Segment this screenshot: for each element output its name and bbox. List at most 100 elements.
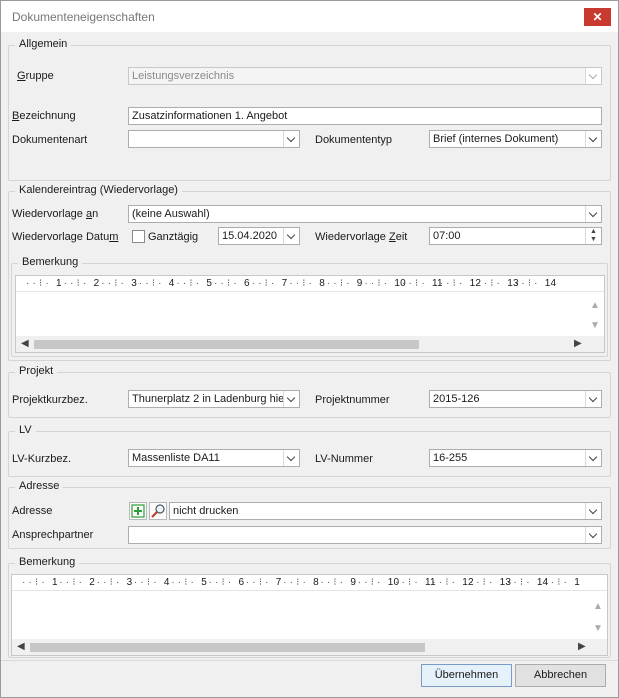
- dokumentenart-select[interactable]: [128, 130, 300, 148]
- scroll-right-icon[interactable]: ▶: [578, 641, 586, 652]
- projektnummer-label: Projektnummer: [315, 394, 390, 406]
- horizontal-scrollbar[interactable]: ◀ ▶: [16, 336, 604, 352]
- chevron-down-icon[interactable]: [283, 391, 299, 407]
- group-title-allgemein: Allgemein: [15, 38, 72, 50]
- wiedervorlage-an-select[interactable]: (keine Auswahl): [128, 205, 602, 223]
- ruler-number: 3: [131, 278, 137, 289]
- zeit-value: 07:00: [433, 230, 461, 242]
- chevron-down-icon[interactable]: [283, 228, 299, 244]
- ruler-dots: · · ⁝ ·: [138, 278, 162, 289]
- group-title-kalender-bemerkung: Bemerkung: [18, 256, 83, 268]
- ruler-number: 5: [201, 577, 207, 588]
- footer-separator: [1, 660, 618, 661]
- vertical-scrollbar[interactable]: ▲ ▼: [589, 599, 605, 639]
- ganztaegig-checkbox[interactable]: [132, 230, 145, 243]
- group-title-bemerkung: Bemerkung: [15, 556, 80, 568]
- ruler-number: 6: [244, 278, 250, 289]
- ruler-number: 2: [89, 577, 96, 588]
- chevron-down-icon[interactable]: [283, 450, 299, 466]
- ruler-number: 8: [313, 577, 319, 588]
- gruppe-select[interactable]: Leistungsverzeichnis: [128, 67, 602, 85]
- projektkurzbez-label: Projektkurzbez.: [12, 394, 88, 406]
- scroll-right-icon[interactable]: ▶: [574, 338, 582, 349]
- bemerkung-editor[interactable]: 1 · · ⁝ · 2 · · ⁝ · 3 · · ⁝ · 4 · · ⁝ · 5 · · ⁝ ·…: [11, 574, 608, 656]
- projektkurzbez-select[interactable]: Thunerplatz 2 in Ladenburg hier: [128, 390, 300, 408]
- ruler-dots: · · ⁝ ·: [432, 577, 456, 588]
- ruler-dots: · · ⁝ ·: [176, 278, 200, 289]
- kalender-bemerkung-editor[interactable]: 1 · · ⁝ · 2 · · ⁝ · 3 · · ⁝ · 4 · · ⁝ · 5 · · ⁝ ·…: [15, 275, 605, 353]
- ruler-number: 1: [52, 577, 58, 588]
- bezeichnung-input[interactable]: Zusatzinformationen 1. Angebot: [128, 107, 602, 125]
- gruppe-label: Gruppe: [17, 70, 54, 82]
- ruler-number: 7: [275, 577, 282, 588]
- scroll-down-icon[interactable]: ▼: [593, 623, 603, 634]
- ruler-number: 1: [56, 278, 62, 289]
- lv-nummer-value: 16-255: [433, 452, 468, 464]
- scroll-up-icon[interactable]: ▲: [593, 601, 603, 612]
- ruler-number: 1: [574, 577, 580, 588]
- wiedervorlage-an-value: (keine Auswahl): [132, 208, 210, 220]
- lv-nummer-label: LV-Nummer: [315, 453, 373, 465]
- lv-kurzbez-value: Massenliste DA11: [132, 452, 220, 464]
- ruler-dots: · · ⁝ ·: [320, 577, 344, 588]
- zeit-input[interactable]: 07:00 ▲ ▼: [429, 227, 602, 245]
- ruler-dots: · · ⁝ ·: [506, 577, 530, 588]
- chevron-down-icon[interactable]: [585, 527, 601, 543]
- ruler-dots: · · ⁝ ·: [63, 278, 87, 289]
- ruler-dots: · · ⁝ ·: [26, 278, 49, 289]
- window-title: Dokumenteneigenschaften: [12, 10, 155, 24]
- group-title-lv: LV: [15, 424, 36, 436]
- datum-picker[interactable]: 15.04.2020: [218, 227, 300, 245]
- scroll-down-icon[interactable]: ▼: [590, 320, 600, 331]
- add-address-button[interactable]: [129, 502, 147, 520]
- chevron-down-icon[interactable]: [585, 450, 601, 466]
- scroll-thumb[interactable]: [34, 340, 419, 349]
- adresse-value: nicht drucken: [173, 505, 239, 517]
- ruler-number: 9: [356, 278, 363, 289]
- adresse-select[interactable]: nicht drucken: [169, 502, 602, 520]
- chevron-down-icon[interactable]: [585, 68, 601, 84]
- chevron-down-icon[interactable]: [585, 391, 601, 407]
- ansprechpartner-label: Ansprechpartner: [12, 529, 94, 541]
- ruler-dots: · · ⁝ ·: [544, 577, 568, 588]
- ruler-dots: · · ⁝ ·: [245, 577, 269, 588]
- ruler-number: 6: [238, 577, 245, 588]
- ansprechpartner-select[interactable]: [128, 526, 602, 544]
- ruler-number: 7: [281, 278, 288, 289]
- uebernehmen-button[interactable]: Übernehmen: [421, 664, 512, 687]
- ruler: 1 · · ⁝ · 2 · · ⁝ · 3 · · ⁝ · 4 · · ⁝ · 5 · · ⁝ ·…: [16, 276, 604, 292]
- scroll-thumb[interactable]: [30, 643, 425, 652]
- chevron-down-icon[interactable]: [585, 503, 601, 519]
- ruler-dots: · · ⁝ ·: [22, 577, 45, 588]
- lv-kurzbez-select[interactable]: Massenliste DA11: [128, 449, 300, 467]
- title-bar: Dokumenteneigenschaften ✕: [1, 1, 618, 32]
- chevron-down-icon[interactable]: [585, 206, 601, 222]
- search-icon: [151, 504, 165, 518]
- ruler-dots: · · ⁝ ·: [477, 278, 501, 289]
- vertical-scrollbar[interactable]: ▲ ▼: [586, 298, 602, 338]
- scroll-left-icon[interactable]: ◀: [21, 338, 29, 349]
- ruler-number: 8: [319, 278, 325, 289]
- ruler-dots: · · ⁝ ·: [251, 278, 275, 289]
- ruler-dots: · · ⁝ ·: [395, 577, 418, 588]
- add-icon: [131, 504, 145, 518]
- ruler-dots: · · ⁝ ·: [59, 577, 83, 588]
- scroll-left-icon[interactable]: ◀: [17, 641, 25, 652]
- lv-nummer-select[interactable]: 16-255: [429, 449, 602, 467]
- close-button[interactable]: ✕: [584, 8, 611, 26]
- dokumententyp-select[interactable]: Brief (internes Dokument): [429, 130, 602, 148]
- projektnummer-select[interactable]: 2015-126: [429, 390, 602, 408]
- ruler-dots: · · ⁝ ·: [96, 577, 120, 588]
- gruppe-label-text: ruppe: [25, 70, 54, 82]
- spin-icon[interactable]: ▲ ▼: [585, 228, 601, 244]
- search-address-button[interactable]: [149, 502, 167, 520]
- scroll-up-icon[interactable]: ▲: [590, 300, 600, 311]
- chevron-down-icon[interactable]: [585, 131, 601, 147]
- group-title-projekt: Projekt: [15, 365, 58, 377]
- ruler-dots: · · ⁝ ·: [171, 577, 195, 588]
- abbrechen-button[interactable]: Abbrechen: [515, 664, 606, 687]
- datum-value: 15.04.2020: [222, 230, 278, 242]
- horizontal-scrollbar[interactable]: ◀ ▶: [12, 639, 607, 655]
- chevron-down-icon[interactable]: [283, 131, 299, 147]
- group-title-kalender: Kalendereintrag (Wiedervorlage): [15, 184, 182, 196]
